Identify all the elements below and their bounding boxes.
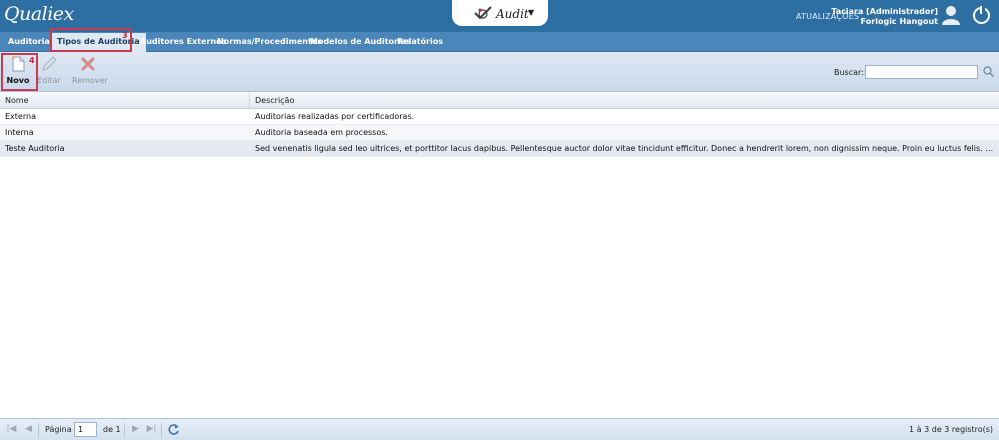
remove-button-label: Remover [72,76,108,85]
top-header: Qualiex Audit ▼ ATUALIZAÇÕES Taciara [Ad… [0,0,999,32]
remove-icon [81,57,95,71]
page-of-label: de 1 [103,425,121,434]
toolbar: Novo Editar Remover Buscar: [0,52,999,92]
cell-description: Auditoria baseada em processos. [255,128,388,137]
cell-name: Teste Auditoria [5,144,65,153]
logo-text: Qualiex [4,3,74,25]
search-icon[interactable] [983,66,994,77]
refresh-icon[interactable] [167,423,180,436]
column-header-nome[interactable]: Nome [0,93,250,109]
nav-item-modelos-de-auditorias[interactable]: Modelos de Auditorias [310,32,411,52]
main-nav: Auditorias Tipos de Auditoria Auditores … [0,32,999,52]
divider [124,423,125,437]
user-company: Forlogic Hangout [860,17,938,26]
cell-name: Externa [5,112,36,121]
data-grid: Nome Descrição Externa Auditorias realiz… [0,93,999,157]
divider [38,423,39,437]
audit-app-icon [474,6,492,20]
table-row[interactable]: Externa Auditorias realizadas por certif… [0,109,999,125]
last-page-icon[interactable]: ▶| [146,424,157,435]
next-page-icon[interactable]: ▶ [130,424,141,435]
highlight-number-4: 4 [29,56,35,65]
page-number-input[interactable]: 1 [74,422,97,437]
cell-description: Auditorias realizadas por certificadoras… [255,112,415,121]
remove-button[interactable]: Remover [72,55,108,89]
table-row[interactable]: Teste Auditoria Sed venenatis ligula sed… [0,141,999,157]
tab-highlight-box [50,28,132,52]
nav-item-auditores-externos[interactable]: Auditores Externos [140,32,226,52]
cell-description: Sed venenatis ligula sed leo ultrices, e… [255,144,995,153]
edit-icon [42,56,57,71]
user-name: Taciara [Administrador] [831,7,938,16]
search-label: Buscar: [834,68,864,77]
app-switcher[interactable]: Audit ▼ [452,0,548,26]
chevron-down-icon: ▼ [528,8,535,17]
record-count: 1 à 3 de 3 registro(s) [909,425,993,434]
cell-name: Interna [5,128,34,137]
nav-item-normas-procedimentos[interactable]: Normas/Procedimentos [217,32,322,52]
avatar-icon[interactable] [942,5,960,25]
prev-page-icon[interactable]: ◀ [23,424,34,435]
divider [161,423,162,437]
page-label: Página [45,425,72,434]
grid-header: Nome Descrição [0,93,999,109]
highlight-number-3: 3 [122,31,128,40]
logo[interactable]: Qualiex [4,3,74,25]
nav-item-relatorios[interactable]: Relatórios [397,32,443,52]
power-icon[interactable] [973,6,990,24]
app-name: Audit [496,7,529,21]
column-header-descricao[interactable]: Descrição [250,93,999,109]
nav-item-auditorias[interactable]: Auditorias [8,32,55,52]
search-input[interactable] [865,65,978,79]
table-row[interactable]: Interna Auditoria baseada em processos. [0,125,999,141]
first-page-icon[interactable]: |◀ [6,424,17,435]
paging-bar: |◀ ◀ Página 1 de 1 ▶ ▶| 1 à 3 de 3 regis… [0,418,999,440]
